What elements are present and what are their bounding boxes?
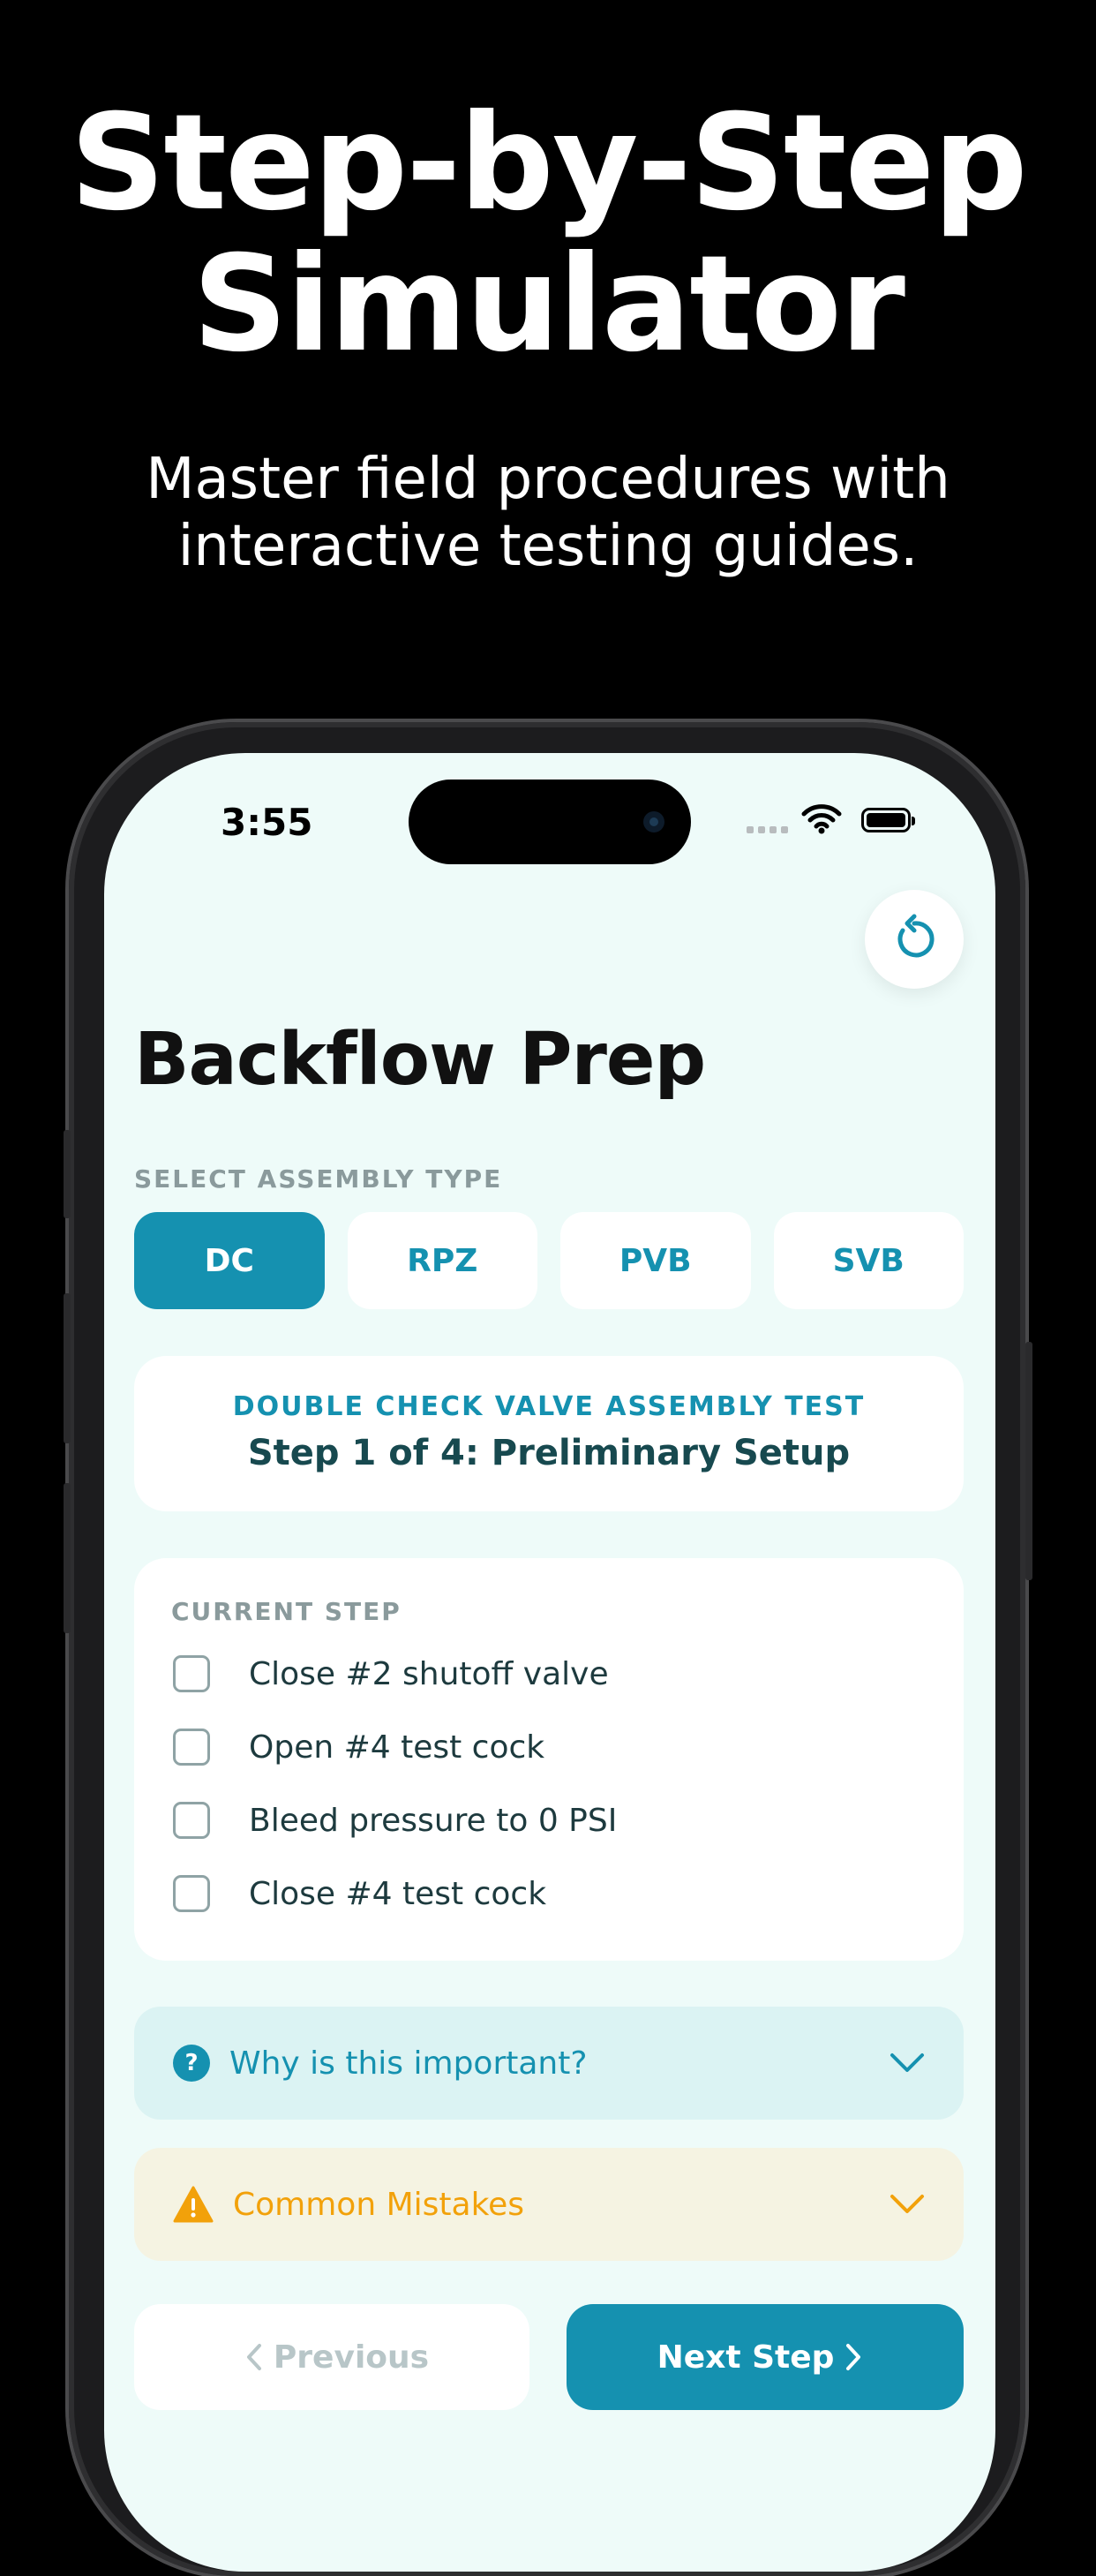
- headline-line-1: Step-by-Step: [70, 87, 1027, 240]
- marketing-subhead: Master field procedures with interactive…: [0, 446, 1096, 580]
- assembly-option-svb[interactable]: SVB: [773, 1212, 964, 1309]
- checklist-item[interactable]: Close #2 shutoff valve: [173, 1655, 609, 1692]
- page-title: Backflow Prep: [134, 1018, 706, 1102]
- current-step-card: CURRENT STEP Close #2 shutoff valve Open…: [134, 1558, 964, 1961]
- battery-icon: [861, 808, 915, 832]
- app-screen: 3:55 Backflow Prep SELECT ASSEMBLY TYPE …: [104, 753, 995, 2572]
- phone-side-button: [64, 1130, 71, 1218]
- checklist-item-label: Open #4 test cock: [249, 1729, 545, 1766]
- status-time: 3:55: [221, 801, 313, 844]
- wifi-icon: [801, 804, 842, 834]
- chevron-left-icon: [246, 2344, 261, 2370]
- previous-button-label: Previous: [273, 2339, 430, 2376]
- current-step-label: CURRENT STEP: [171, 1597, 402, 1626]
- checkbox[interactable]: [173, 1729, 210, 1766]
- subhead-line-2: interactive testing guides.: [177, 514, 919, 579]
- next-step-button-label: Next Step: [657, 2339, 835, 2376]
- phone-power-button: [1025, 1342, 1032, 1580]
- dynamic-island: [409, 780, 691, 864]
- checklist-item-label: Bleed pressure to 0 PSI: [249, 1802, 618, 1839]
- common-mistakes-accordion[interactable]: Common Mistakes: [134, 2148, 964, 2261]
- next-step-button[interactable]: Next Step: [567, 2304, 964, 2410]
- previous-button[interactable]: Previous: [134, 2304, 529, 2410]
- warning-triangle-icon: [173, 2186, 214, 2223]
- checkbox[interactable]: [173, 1802, 210, 1839]
- question-circle-icon: ?: [173, 2045, 210, 2082]
- marketing-headline: Step-by-Step Simulator: [0, 93, 1096, 375]
- reset-icon: [897, 914, 935, 958]
- test-name: DOUBLE CHECK VALVE ASSEMBLY TEST: [232, 1391, 866, 1422]
- chevron-down-icon: [890, 2195, 924, 2213]
- assembly-type-selector: DC RPZ PVB SVB: [134, 1212, 964, 1309]
- assembly-section-label: SELECT ASSEMBLY TYPE: [134, 1164, 503, 1194]
- why-important-label: Why is this important?: [229, 2045, 588, 2082]
- front-camera: [643, 811, 664, 832]
- checklist-item[interactable]: Close #4 test cock: [173, 1875, 546, 1912]
- assembly-option-rpz[interactable]: RPZ: [347, 1212, 537, 1309]
- step-title: Step 1 of 4: Preliminary Setup: [247, 1433, 851, 1473]
- checklist-item-label: Close #4 test cock: [249, 1875, 547, 1912]
- checkbox[interactable]: [173, 1875, 210, 1912]
- chevron-down-icon: [890, 2053, 924, 2072]
- checkbox[interactable]: [173, 1655, 210, 1692]
- test-info-card: DOUBLE CHECK VALVE ASSEMBLY TEST Step 1 …: [134, 1356, 964, 1511]
- checklist-item-label: Close #2 shutoff valve: [249, 1655, 609, 1692]
- assembly-option-pvb[interactable]: PVB: [560, 1212, 751, 1309]
- assembly-option-dc[interactable]: DC: [134, 1212, 325, 1309]
- checklist-item[interactable]: Open #4 test cock: [173, 1729, 544, 1766]
- subhead-line-1: Master field procedures with: [146, 447, 950, 512]
- checklist-item[interactable]: Bleed pressure to 0 PSI: [173, 1802, 617, 1839]
- headline-line-2: Simulator: [192, 228, 905, 381]
- phone-volume-up: [64, 1293, 71, 1443]
- why-important-accordion[interactable]: ? Why is this important?: [134, 2007, 964, 2120]
- phone-volume-down: [64, 1483, 71, 1633]
- reset-button[interactable]: [865, 890, 964, 989]
- cellular-signal-icon: [747, 826, 788, 833]
- chevron-right-icon: [846, 2344, 861, 2370]
- common-mistakes-label: Common Mistakes: [233, 2186, 525, 2223]
